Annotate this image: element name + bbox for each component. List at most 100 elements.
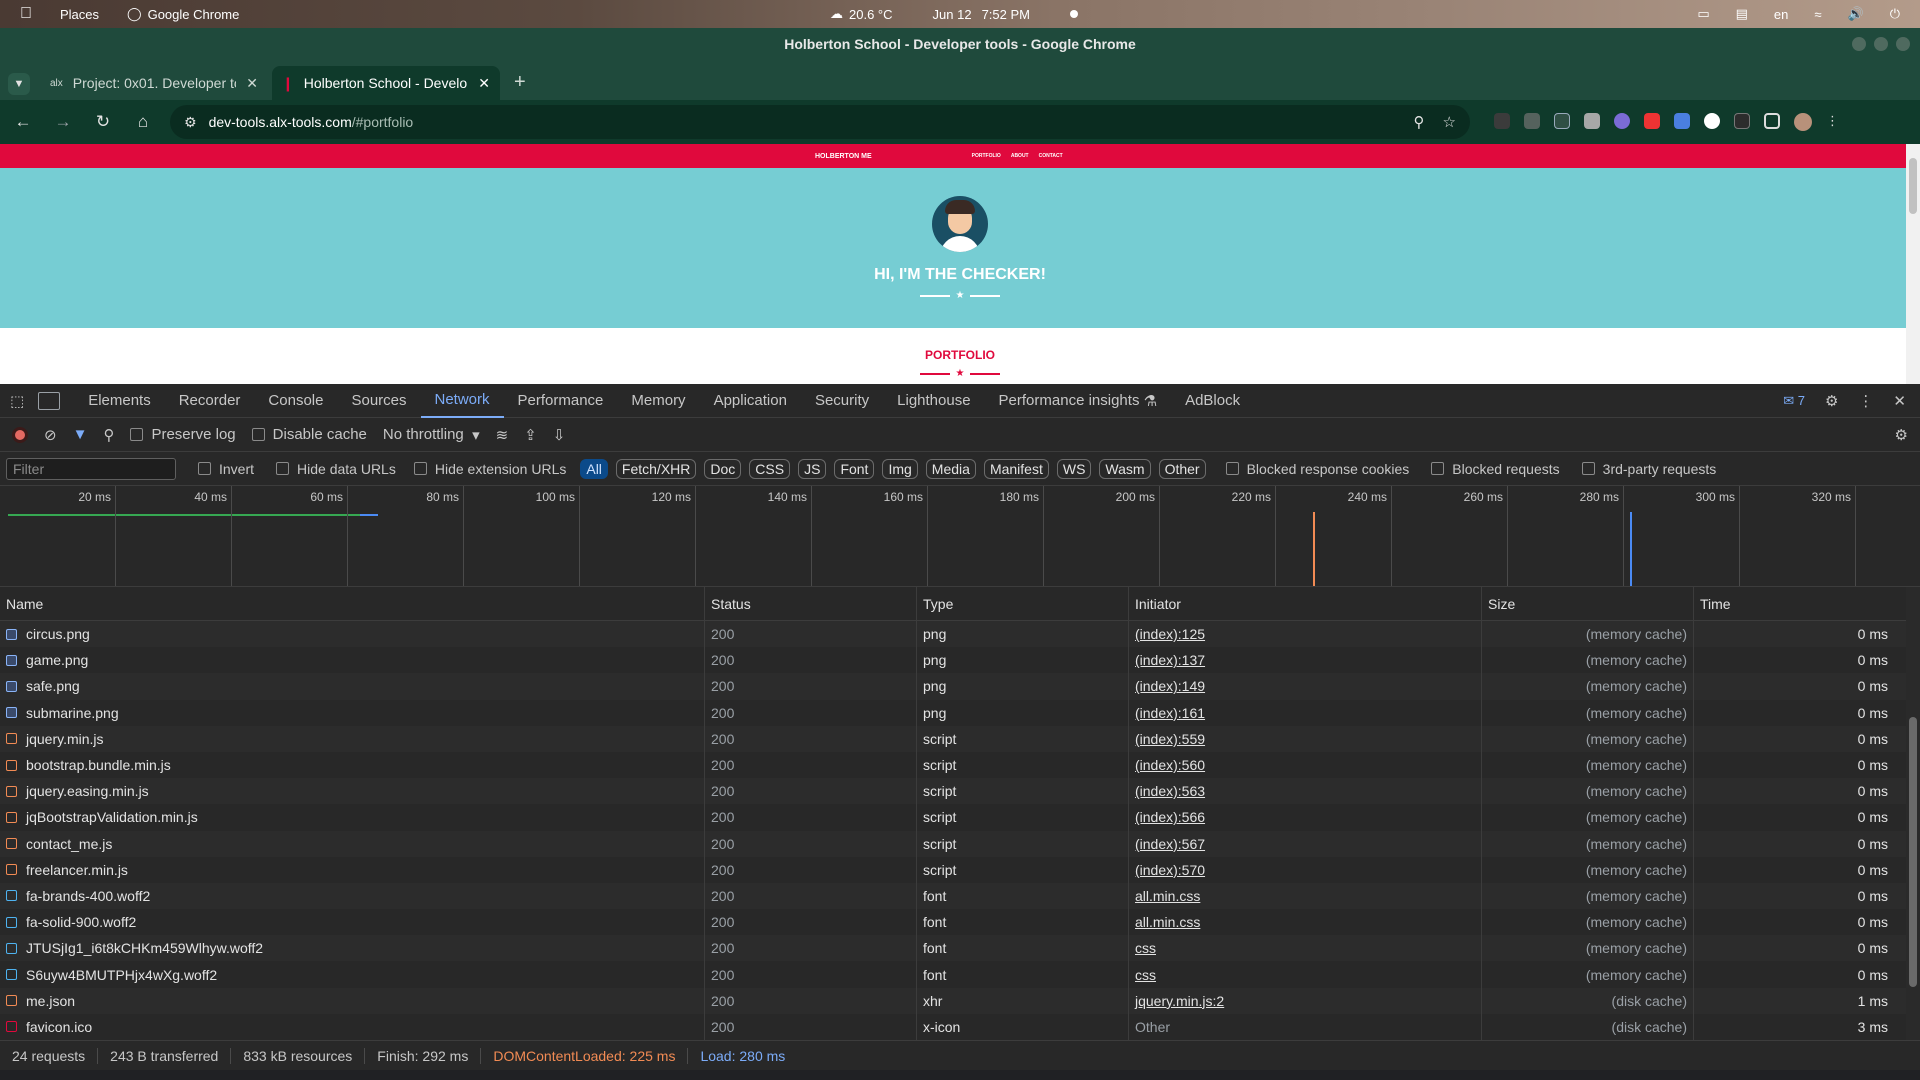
weather[interactable]: ☁ 20.6 °C bbox=[830, 6, 893, 22]
blocked-cookies-checkbox[interactable]: Blocked response cookies bbox=[1225, 461, 1409, 477]
profile-avatar[interactable] bbox=[1794, 113, 1812, 131]
site-info-icon[interactable]: ⚙ bbox=[184, 114, 197, 131]
kebab-menu-icon[interactable]: ⋮ bbox=[1826, 113, 1839, 129]
request-initiator[interactable]: (index):137 bbox=[1129, 647, 1482, 674]
messages-badge[interactable]: ✉ 7 bbox=[1783, 393, 1805, 409]
tab-holberton[interactable]: ❙ Holberton School - Developer tools ✕ bbox=[272, 66, 500, 100]
address-bar[interactable]: ⚙ dev-tools.alx-tools.com/#portfolio ⚲ ☆ bbox=[170, 105, 1470, 139]
request-initiator[interactable]: css bbox=[1129, 961, 1482, 988]
extension-icon[interactable] bbox=[1704, 113, 1720, 129]
tab-sources[interactable]: Sources bbox=[337, 384, 420, 418]
places-menu[interactable]: Places bbox=[60, 7, 99, 22]
home-icon[interactable]: ⌂ bbox=[130, 112, 156, 132]
request-initiator[interactable]: (index):566 bbox=[1129, 804, 1482, 831]
bookmark-star-icon[interactable]: ☆ bbox=[1443, 113, 1456, 131]
import-har-icon[interactable]: ⇪ bbox=[524, 426, 537, 444]
request-initiator[interactable]: (index):563 bbox=[1129, 778, 1482, 805]
tab-recorder[interactable]: Recorder bbox=[165, 384, 255, 418]
tab-elements[interactable]: Elements bbox=[74, 384, 165, 418]
zoom-icon[interactable]: ⚲ bbox=[1414, 113, 1425, 131]
extension-icon[interactable] bbox=[1614, 113, 1630, 129]
reload-icon[interactable]: ↻ bbox=[90, 112, 116, 132]
table-row[interactable]: game.png 200 png (index):137 (memory cache) 0… bbox=[0, 647, 1920, 674]
close-devtools-icon[interactable]: ✕ bbox=[1893, 392, 1906, 410]
hide-data-urls-checkbox[interactable]: Hide data URLs bbox=[276, 461, 396, 477]
apple-icon[interactable]:  bbox=[20, 5, 32, 23]
close-tab-icon[interactable]: ✕ bbox=[246, 75, 258, 92]
table-row[interactable]: fa-brands-400.woff2 200 font all.min.css (me… bbox=[0, 882, 1920, 910]
translate-icon[interactable] bbox=[1674, 113, 1690, 129]
column-type[interactable]: Type bbox=[917, 587, 1129, 620]
filter-input[interactable]: Filter bbox=[6, 457, 176, 480]
type-filter-wasm[interactable]: Wasm bbox=[1099, 458, 1151, 479]
table-row[interactable]: jquery.min.js 200 script (index):559 (memory… bbox=[0, 725, 1920, 752]
request-initiator[interactable]: css bbox=[1129, 935, 1482, 962]
extension-icon[interactable] bbox=[1734, 113, 1750, 129]
clear-icon[interactable]: ⊘ bbox=[44, 426, 57, 444]
close-tab-icon[interactable]: ✕ bbox=[478, 75, 490, 92]
type-filter-css[interactable]: CSS bbox=[749, 458, 791, 479]
request-initiator[interactable]: jquery.min.js:2 bbox=[1129, 987, 1482, 1014]
site-brand[interactable]: HOLBERTON ME bbox=[815, 153, 872, 160]
table-row[interactable]: submarine.png 200 png (index):161 (memory ca… bbox=[0, 699, 1920, 726]
type-filter-media[interactable]: Media bbox=[925, 458, 976, 479]
language-indicator[interactable]: en bbox=[1774, 7, 1788, 22]
blocked-requests-checkbox[interactable]: Blocked requests bbox=[1431, 461, 1560, 477]
tab-adblock[interactable]: AdBlock bbox=[1171, 384, 1254, 418]
inspect-element-icon[interactable]: ⬚ bbox=[10, 392, 24, 410]
clock[interactable]: Jun 12 7:52 PM bbox=[933, 7, 1030, 22]
column-name[interactable]: Name bbox=[0, 587, 705, 620]
table-row[interactable]: safe.png 200 png (index):149 (memory cache) 0… bbox=[0, 673, 1920, 700]
extension-icon[interactable] bbox=[1584, 113, 1600, 129]
table-row[interactable]: contact_me.js 200 script (index):567 (memory… bbox=[0, 830, 1920, 857]
request-initiator[interactable]: (index):560 bbox=[1129, 751, 1482, 779]
invert-checkbox[interactable]: Invert bbox=[198, 461, 254, 477]
tab-security[interactable]: Security bbox=[801, 384, 883, 418]
back-arrow-icon[interactable]: ← bbox=[10, 112, 36, 132]
tab-search-button[interactable]: ▼ bbox=[8, 73, 30, 95]
device-toolbar-icon[interactable] bbox=[38, 391, 61, 410]
request-initiator[interactable]: all.min.css bbox=[1129, 882, 1482, 910]
request-initiator[interactable]: (index):567 bbox=[1129, 830, 1482, 857]
nav-link-portfolio[interactable]: PORTFOLIO bbox=[972, 153, 1001, 159]
type-filter-other[interactable]: Other bbox=[1158, 458, 1206, 479]
nav-link-about[interactable]: ABOUT bbox=[1011, 153, 1029, 159]
forward-arrow-icon[interactable]: → bbox=[50, 112, 76, 132]
preserve-log-checkbox[interactable]: Preserve log bbox=[130, 426, 236, 443]
column-initiator[interactable]: Initiator bbox=[1129, 587, 1482, 620]
type-filter-all[interactable]: All bbox=[580, 458, 608, 479]
tab-performance-insights[interactable]: Performance insights ⚗ bbox=[985, 384, 1172, 418]
maximize-button[interactable] bbox=[1874, 37, 1888, 51]
column-time[interactable]: Time bbox=[1694, 587, 1906, 620]
page-scrollbar[interactable] bbox=[1906, 144, 1920, 384]
type-filter-img[interactable]: Img bbox=[882, 458, 918, 479]
network-overview-timeline[interactable]: 20 ms 40 ms 60 ms 80 ms 100 ms 120 ms 140 ms 16… bbox=[0, 486, 1920, 587]
network-conditions-icon[interactable]: ≋ bbox=[496, 426, 509, 444]
table-row[interactable]: favicon.ico 200 x-icon Other (disk cache) 3 m… bbox=[0, 1013, 1920, 1040]
request-initiator[interactable]: (index):559 bbox=[1129, 725, 1482, 752]
request-initiator[interactable]: (index):570 bbox=[1129, 856, 1482, 883]
column-status[interactable]: Status bbox=[705, 587, 917, 620]
tab-application[interactable]: Application bbox=[700, 384, 801, 418]
type-filter-js[interactable]: JS bbox=[798, 458, 827, 479]
app-menu[interactable]: ◯ Google Chrome bbox=[127, 6, 239, 22]
request-initiator[interactable]: (index):125 bbox=[1129, 621, 1482, 648]
tab-project[interactable]: alx Project: 0x01. Developer tools ✕ bbox=[40, 66, 268, 100]
table-row[interactable]: me.json 200 xhr jquery.min.js:2 (disk cache)… bbox=[0, 987, 1920, 1014]
table-row[interactable]: circus.png 200 png (index):125 (memory cache… bbox=[0, 621, 1920, 648]
search-icon[interactable]: ⚲ bbox=[103, 426, 114, 444]
type-filter-ws[interactable]: WS bbox=[1056, 458, 1092, 479]
record-button[interactable] bbox=[12, 426, 28, 443]
more-options-icon[interactable]: ⋮ bbox=[1858, 392, 1873, 410]
type-filter-fetch[interactable]: Fetch/XHR bbox=[615, 458, 697, 479]
request-initiator[interactable]: (index):149 bbox=[1129, 673, 1482, 700]
type-filter-doc[interactable]: Doc bbox=[704, 458, 742, 479]
new-tab-button[interactable]: + bbox=[514, 71, 526, 94]
volume-icon[interactable]: 🔊 bbox=[1848, 6, 1864, 22]
table-row[interactable]: S6uyw4BMUTPHjx4wXg.woff2 200 font css (memor… bbox=[0, 961, 1920, 988]
table-row[interactable]: JTUSjIg1_i6t8kCHKm459Wlhyw.woff2 200 font c… bbox=[0, 935, 1920, 962]
close-window-button[interactable] bbox=[1896, 37, 1910, 51]
extensions-puzzle-icon[interactable] bbox=[1764, 113, 1780, 129]
terminal-icon[interactable]: ▭ bbox=[1697, 6, 1709, 22]
clipboard-icon[interactable]: ▤ bbox=[1736, 6, 1748, 22]
